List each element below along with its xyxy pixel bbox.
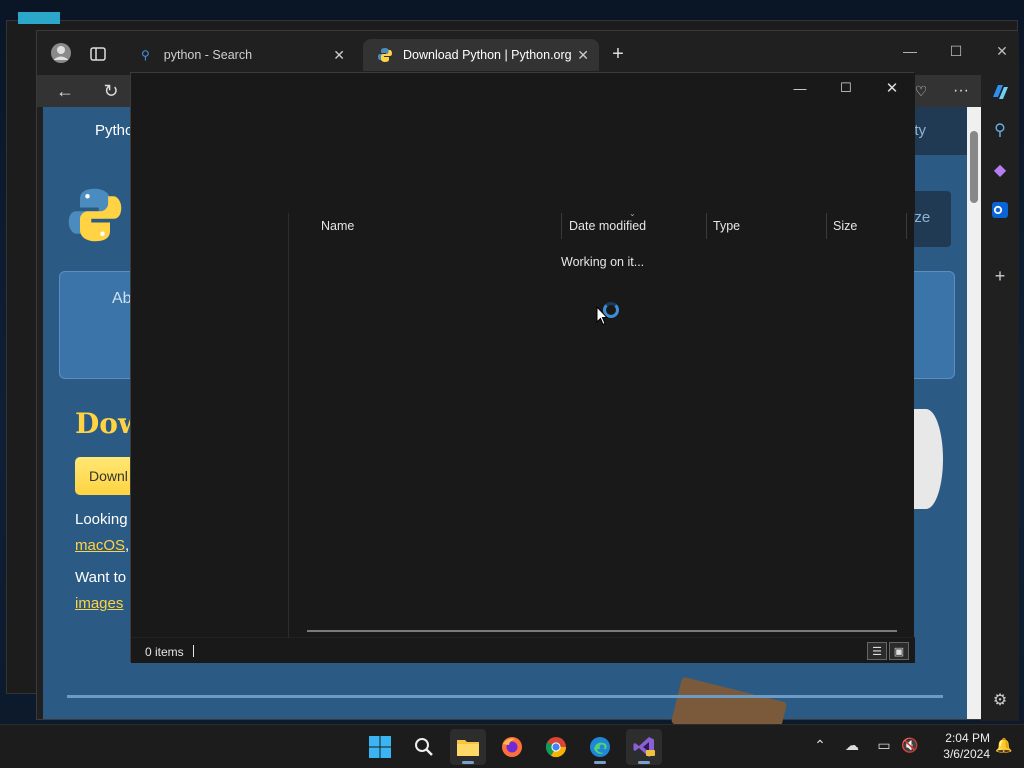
macos-link[interactable]: macOS (75, 537, 125, 554)
new-tab-button[interactable]: + (607, 43, 629, 65)
page-scrollbar-thumb[interactable] (970, 131, 978, 203)
status-separator (193, 645, 194, 657)
large-icons-view-icon[interactable]: ▣ (889, 642, 909, 660)
copilot-chat-icon[interactable]: ◆ (989, 159, 1011, 181)
back-arrow-icon[interactable]: ← (53, 79, 77, 103)
network-icon[interactable]: ▭ (874, 737, 894, 754)
edge-icon[interactable] (582, 729, 618, 765)
column-header-name[interactable]: Name (321, 219, 354, 233)
settings-gear-icon[interactable]: ⚙ (989, 689, 1011, 711)
clock-date: 3/6/2024 (943, 747, 990, 761)
tab-label: python - Search (163, 48, 253, 62)
file-dialog-window: — ☐ ✕ Name Date modified ⌄ Type Size Wor… (130, 72, 915, 663)
column-divider[interactable] (561, 213, 562, 239)
search-icon[interactable] (406, 729, 442, 765)
box-label: Ab (112, 290, 132, 307)
paragraph-text: Want to (75, 569, 127, 586)
file-explorer-icon[interactable] (450, 729, 486, 765)
minimize-icon[interactable]: — (777, 75, 823, 101)
refresh-icon[interactable]: ↻ (99, 79, 123, 103)
notification-bell-icon[interactable]: 🔔 (994, 737, 1014, 754)
details-view-icon[interactable]: ☰ (867, 642, 887, 660)
edge-sidebar: ⚲ ◆ + ⚙ (981, 75, 1019, 721)
firefox-icon[interactable] (494, 729, 530, 765)
chrome-icon[interactable] (538, 729, 574, 765)
close-tab-icon[interactable]: ✕ (333, 47, 345, 64)
column-header-type[interactable]: Type (713, 219, 740, 233)
dialog-title-bar: — ☐ ✕ (131, 73, 915, 213)
tab-bar: ⚲ python - Search ✕ Download Python | Py… (37, 31, 1019, 75)
search-icon: ⚲ (141, 48, 150, 62)
close-icon[interactable]: ✕ (869, 75, 915, 101)
item-count: 0 items (145, 645, 184, 659)
chevron-up-icon[interactable]: ⌃ (810, 737, 830, 754)
navigation-pane[interactable] (131, 213, 289, 637)
python-logo-icon (65, 185, 125, 245)
column-header-date-modified[interactable]: Date modified (569, 219, 646, 233)
visual-studio-icon[interactable] (626, 729, 662, 765)
sort-chevron-icon: ⌄ (629, 209, 636, 218)
column-divider[interactable] (906, 213, 907, 239)
add-sidebar-icon[interactable]: + (989, 265, 1011, 287)
running-indicator (638, 761, 650, 764)
outlook-icon[interactable] (989, 199, 1011, 221)
taskbar: ⌃ ☁ ▭ 🔇 2:04 PM 3/6/2024 🔔 (0, 724, 1024, 768)
tab-python-search[interactable]: ⚲ python - Search ✕ (127, 39, 355, 71)
horizontal-scrollbar[interactable] (307, 630, 897, 632)
tab-actions-icon[interactable] (87, 43, 109, 65)
search-go-button[interactable]: ize (909, 191, 951, 247)
tab-label: Download Python | Python.org (403, 48, 572, 62)
running-indicator (594, 761, 606, 764)
windows-start-icon[interactable] (362, 729, 398, 765)
column-header-size[interactable]: Size (833, 219, 857, 233)
tab-download-python[interactable]: Download Python | Python.org ✕ (363, 39, 599, 71)
illustration-parachute (909, 409, 943, 509)
profile-avatar-icon[interactable] (49, 41, 73, 65)
column-divider[interactable] (826, 213, 827, 239)
background-window-accent (18, 12, 60, 24)
mouse-cursor-icon (596, 306, 608, 326)
file-list[interactable] (290, 213, 914, 637)
minimize-icon[interactable]: — (887, 37, 933, 65)
column-divider[interactable] (706, 213, 707, 239)
maximize-icon[interactable]: ☐ (823, 75, 869, 101)
page-divider (67, 695, 943, 698)
nav-label: Pytho (95, 122, 134, 139)
system-clock[interactable]: 2:04 PM 3/6/2024 (926, 730, 990, 762)
copilot-icon[interactable] (987, 79, 1013, 105)
more-menu-icon[interactable]: ··· (949, 79, 973, 103)
volume-muted-icon[interactable]: 🔇 (900, 737, 920, 754)
maximize-icon[interactable]: ☐ (933, 37, 979, 65)
separator-text: , (125, 537, 130, 554)
paragraph-text: Looking (75, 511, 128, 528)
python-favicon-icon (377, 47, 393, 63)
close-icon[interactable]: ✕ (979, 37, 1024, 65)
running-indicator (462, 761, 474, 764)
dialog-status-bar: 0 items ☰ ▣ (131, 637, 915, 663)
search-icon[interactable]: ⚲ (989, 119, 1011, 141)
images-link[interactable]: images (75, 595, 123, 612)
onedrive-icon[interactable]: ☁ (842, 737, 862, 754)
clock-time: 2:04 PM (945, 731, 990, 745)
loading-status-text: Working on it... (561, 255, 645, 269)
close-tab-icon[interactable]: ✕ (577, 47, 589, 64)
os-links-line: macOS, (75, 537, 129, 554)
